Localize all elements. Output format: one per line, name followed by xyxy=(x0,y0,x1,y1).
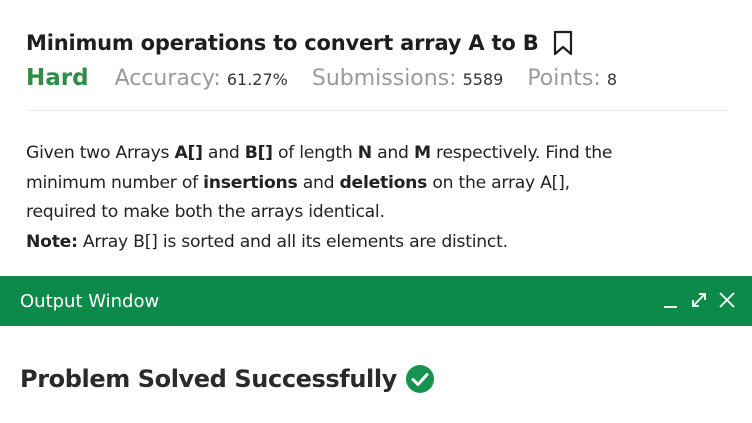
desc-text: minimum number of xyxy=(26,172,204,193)
problem-description: Given two Arrays A[] and B[] of length N… xyxy=(26,139,736,257)
window-controls xyxy=(654,289,738,311)
problem-title: Minimum operations to convert array A to… xyxy=(26,31,539,55)
description-line-3: required to make both the arrays identic… xyxy=(26,202,385,222)
note-label: Note: xyxy=(26,231,78,252)
problem-page: Minimum operations to convert array A to… xyxy=(0,0,752,423)
bookmark-icon[interactable] xyxy=(552,30,574,56)
desc-text: of length xyxy=(272,143,358,163)
submissions-label: Submissions: xyxy=(311,66,457,91)
accuracy-label: Accuracy: xyxy=(114,66,221,91)
desc-text: and xyxy=(297,172,340,193)
desc-bold: B[] xyxy=(244,143,273,163)
description-line-1: Given two Arrays A[] and B[] of length N… xyxy=(26,139,736,169)
problem-meta: Hard Accuracy: 61.27% Submissions: 5589 … xyxy=(26,65,641,91)
desc-text: respectively. Find the xyxy=(430,143,613,163)
difficulty-badge: Hard xyxy=(26,65,89,91)
divider xyxy=(26,110,728,111)
submissions-value: 5589 xyxy=(462,70,504,89)
desc-bold: deletions xyxy=(339,172,428,193)
output-window-header: Output Window xyxy=(0,276,752,326)
desc-bold: insertions xyxy=(203,172,298,193)
result-message: Problem Solved Successfully xyxy=(20,364,435,394)
title-row: Minimum operations to convert array A to… xyxy=(26,30,574,56)
desc-text: Given two Arrays xyxy=(26,143,175,163)
result-text: Problem Solved Successfully xyxy=(20,365,397,393)
expand-icon[interactable] xyxy=(688,289,710,311)
desc-bold: A[] xyxy=(174,143,203,163)
desc-text: on the array A[], xyxy=(427,172,570,193)
minimize-icon[interactable] xyxy=(660,289,682,311)
desc-bold: M xyxy=(413,143,431,163)
desc-bold: N xyxy=(357,143,372,163)
points-label: Points: xyxy=(527,66,601,91)
check-circle-icon xyxy=(405,364,435,394)
desc-text: and xyxy=(371,143,414,163)
close-icon[interactable] xyxy=(716,289,738,311)
note-line: Note: Array B[] is sorted and all its el… xyxy=(26,228,736,258)
description-line-2: minimum number of insertions and deletio… xyxy=(26,169,736,199)
accuracy-value: 61.27% xyxy=(226,70,288,89)
note-text: Array B[] is sorted and all its elements… xyxy=(77,231,508,252)
points-value: 8 xyxy=(606,70,617,89)
output-window-title: Output Window xyxy=(20,290,160,312)
desc-text: and xyxy=(202,143,245,163)
